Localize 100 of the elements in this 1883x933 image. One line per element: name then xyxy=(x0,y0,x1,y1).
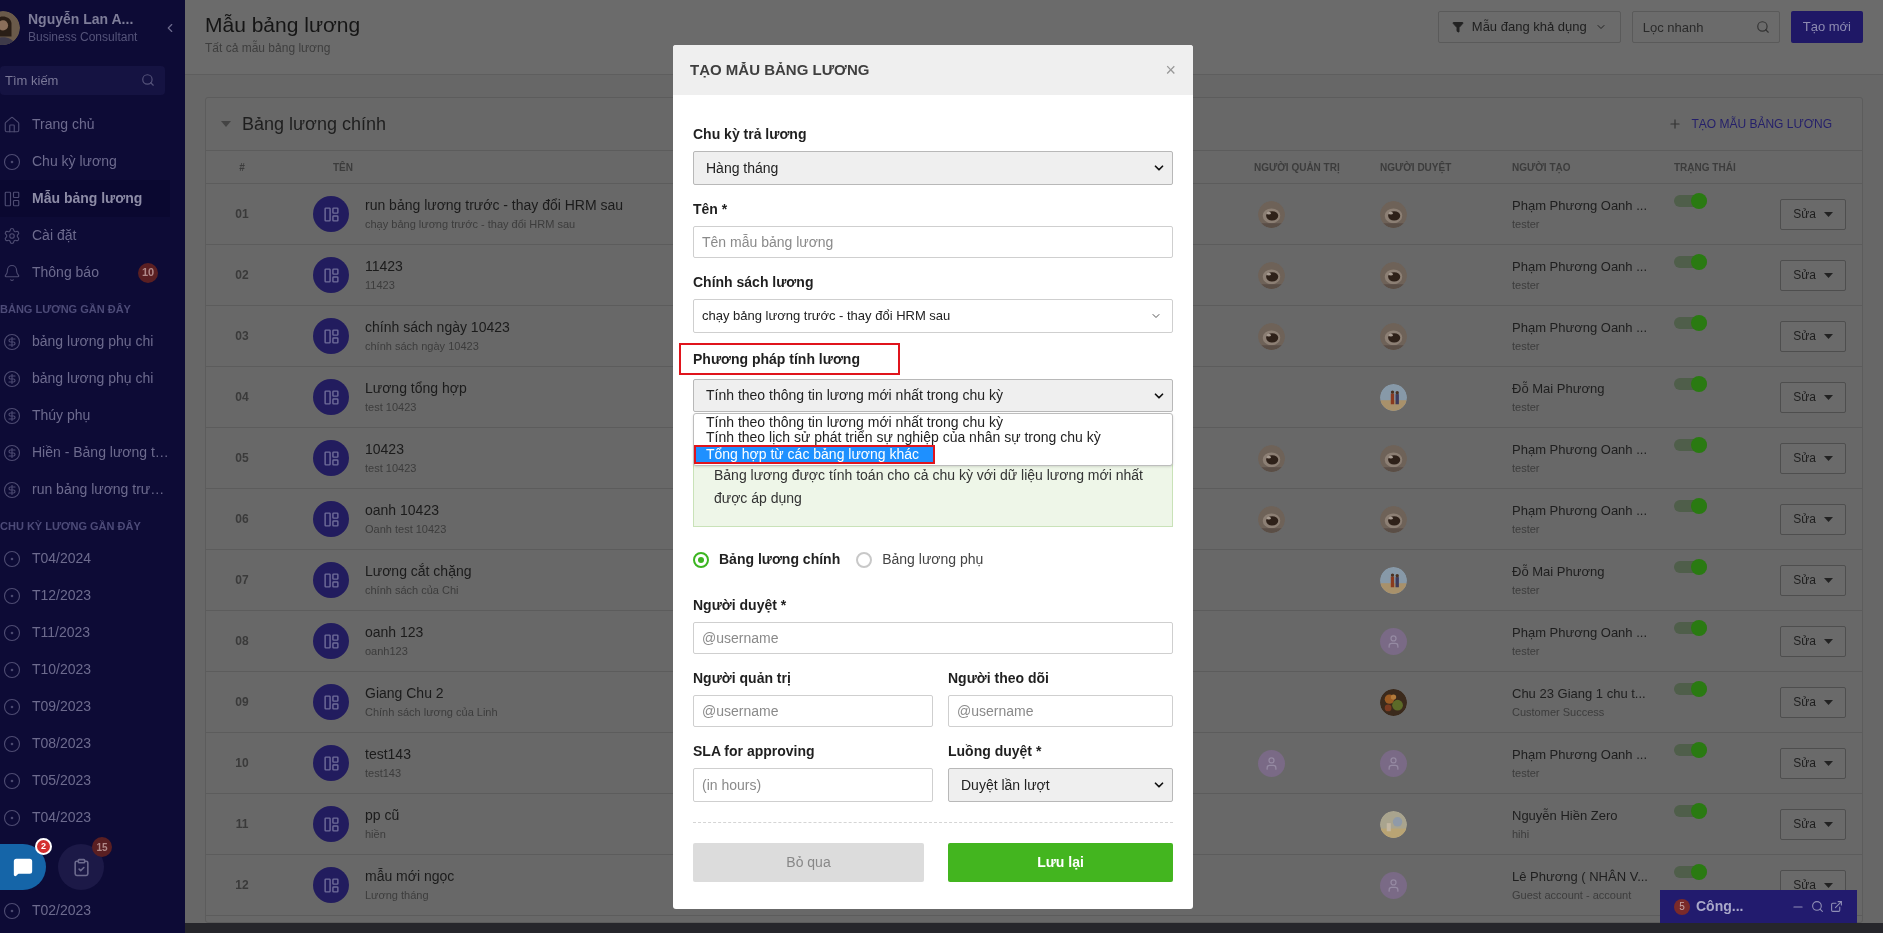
field-label: Luồng duyệt * xyxy=(948,742,1043,760)
template-name[interactable]: Lương tổng hợp xyxy=(365,378,467,400)
external-link-icon[interactable] xyxy=(1830,900,1843,913)
radio-button[interactable] xyxy=(693,551,709,568)
edit-button[interactable]: Sửa xyxy=(1780,564,1846,596)
toggle-switch[interactable] xyxy=(1674,683,1707,695)
search-icon[interactable] xyxy=(1811,900,1824,913)
edit-button[interactable]: Sửa xyxy=(1780,442,1846,474)
sidebar-item[interactable]: T08/2023 xyxy=(32,733,92,754)
sidebar-item[interactable]: run bảng lương trư… xyxy=(32,479,165,500)
cancel-button[interactable]: Bỏ qua xyxy=(693,843,924,882)
edit-button[interactable]: Sửa xyxy=(1780,381,1846,413)
toggle-switch[interactable] xyxy=(1674,256,1707,268)
field-label: Chính sách lương xyxy=(693,273,814,291)
sidebar-item[interactable]: bảng lương phụ chi xyxy=(32,368,154,389)
text-field[interactable]: @username xyxy=(693,695,933,727)
sidebar-item[interactable]: T10/2023 xyxy=(32,659,92,680)
template-name[interactable]: run bảng lương trước - thay đổi HRM sau xyxy=(365,195,624,217)
template-name[interactable]: oanh 10423 xyxy=(365,500,439,522)
sidebar-item[interactable]: T04/2023 xyxy=(32,807,92,828)
template-icon xyxy=(313,684,349,720)
text-field[interactable]: @username xyxy=(693,622,1173,654)
template-name[interactable]: Giang Chu 2 xyxy=(365,683,444,705)
edit-button[interactable]: Sửa xyxy=(1780,503,1846,535)
sidebar-item[interactable]: bảng lương phụ chi xyxy=(32,331,154,352)
dropdown-option[interactable]: Tính theo thông tin lương mới nhất trong chu kỳ xyxy=(694,415,1172,430)
template-name[interactable]: test143 xyxy=(365,744,411,766)
dropdown[interactable]: chạy bảng lương trước - thay đổi HRM sau xyxy=(693,299,1173,333)
sidebar-item[interactable]: T05/2023 xyxy=(32,770,92,791)
sidebar-item[interactable]: Cài đặt xyxy=(0,217,170,254)
caret-icon xyxy=(1823,821,1833,827)
toggle-switch[interactable] xyxy=(1674,500,1707,512)
search-field[interactable]: Tìm kiếm xyxy=(0,66,165,95)
sidebar-item[interactable]: Thúy phụ xyxy=(32,405,91,426)
text-field[interactable]: (in hours) xyxy=(693,768,933,802)
toggle-switch[interactable] xyxy=(1674,561,1707,573)
caret-icon[interactable] xyxy=(220,120,232,128)
toggle-switch[interactable] xyxy=(1674,317,1707,329)
template-icon xyxy=(313,745,349,781)
count-badge: 5 xyxy=(1674,898,1690,915)
field-label: SLA for approving xyxy=(693,742,816,760)
toggle-switch[interactable] xyxy=(1674,744,1707,756)
caret-icon xyxy=(1823,455,1833,461)
text-field[interactable]: @username xyxy=(948,695,1173,727)
sidebar-item[interactable]: T12/2023 xyxy=(32,585,92,606)
dropdown[interactable]: Hàng tháng xyxy=(693,151,1173,185)
dropdown[interactable]: Tính theo thông tin lương mới nhất trong chu kỳ xyxy=(693,379,1173,412)
edit-button[interactable]: Sửa xyxy=(1780,808,1846,840)
sidebar-item[interactable]: Thông báo 10 xyxy=(0,254,170,291)
toggle-switch[interactable] xyxy=(1674,195,1707,207)
filter-button[interactable]: Mẫu đang khả dụng xyxy=(1437,11,1621,43)
count-badge: 15 xyxy=(92,837,112,857)
sidebar-item[interactable]: Mẫu bảng lương xyxy=(0,180,170,217)
template-name[interactable]: 11423 xyxy=(365,256,403,278)
toggle-switch[interactable] xyxy=(1674,805,1707,817)
edit-button[interactable]: Sửa xyxy=(1780,747,1846,779)
template-icon xyxy=(313,501,349,537)
search-field[interactable]: Lọc nhanh xyxy=(1631,11,1780,43)
dropdown-option[interactable]: Tính theo lịch sử phát triển sự nghiệp của nhân sự trong chu kỳ xyxy=(694,430,1172,445)
toggle-switch[interactable] xyxy=(1674,622,1707,634)
save-button[interactable]: Lưu lại xyxy=(948,843,1173,882)
template-name[interactable]: Lương cắt chặng xyxy=(365,561,472,583)
radio-button[interactable] xyxy=(856,551,873,568)
sidebar-item[interactable]: Hiền - Bảng lương t… xyxy=(32,442,169,463)
sidebar-item[interactable]: T11/2023 xyxy=(32,622,91,643)
creator-name: Đỗ Mai Phương xyxy=(1512,380,1605,398)
toggle-switch[interactable] xyxy=(1674,378,1707,390)
toggle-switch[interactable] xyxy=(1674,866,1707,878)
sidebar-item[interactable]: T02/2023 xyxy=(32,900,92,921)
edit-button[interactable]: Sửa xyxy=(1780,625,1846,657)
dropdown-option[interactable]: Tổng hợp từ các bảng lương khác xyxy=(694,445,935,464)
chat-button[interactable] xyxy=(0,844,46,890)
add-template-link[interactable]: TẠO MẪU BẢNG LƯƠNG xyxy=(1668,115,1832,133)
text-field[interactable]: Tên mẫu bảng lương xyxy=(693,226,1173,258)
dropdown[interactable]: Duyệt lần lượt xyxy=(948,768,1173,802)
template-name[interactable]: mẫu mới ngọc xyxy=(365,866,455,888)
chat-title: Công... xyxy=(1696,897,1745,916)
template-icon xyxy=(313,257,349,293)
user-avatar-icon xyxy=(1258,749,1285,777)
close-button[interactable]: × xyxy=(1165,61,1176,79)
sidebar-item[interactable]: Chu kỳ lương xyxy=(0,143,170,180)
template-name[interactable]: chính sách ngày 10423 xyxy=(365,317,510,339)
template-name[interactable]: pp cũ xyxy=(365,805,400,827)
edit-button[interactable]: Sửa xyxy=(1780,686,1846,718)
circle-icon xyxy=(3,901,21,920)
edit-button[interactable]: Sửa xyxy=(1780,259,1846,291)
field-label: Phương pháp tính lương xyxy=(679,343,900,375)
field-label: Người quản trị xyxy=(693,669,792,687)
toggle-switch[interactable] xyxy=(1674,439,1707,451)
create-button[interactable]: Tạo mới xyxy=(1790,11,1863,43)
sidebar-item[interactable]: T04/2024 xyxy=(32,548,92,569)
caret-icon xyxy=(1823,272,1833,278)
caret-icon xyxy=(1823,333,1833,339)
sidebar-item[interactable]: T09/2023 xyxy=(32,696,92,717)
template-name[interactable]: 10423 xyxy=(365,439,404,461)
edit-button[interactable]: Sửa xyxy=(1780,320,1846,352)
edit-button[interactable]: Sửa xyxy=(1780,198,1846,230)
circle-icon xyxy=(3,586,21,605)
template-name[interactable]: oanh 123 xyxy=(365,622,424,644)
sidebar-item[interactable]: Trang chủ xyxy=(0,106,170,143)
